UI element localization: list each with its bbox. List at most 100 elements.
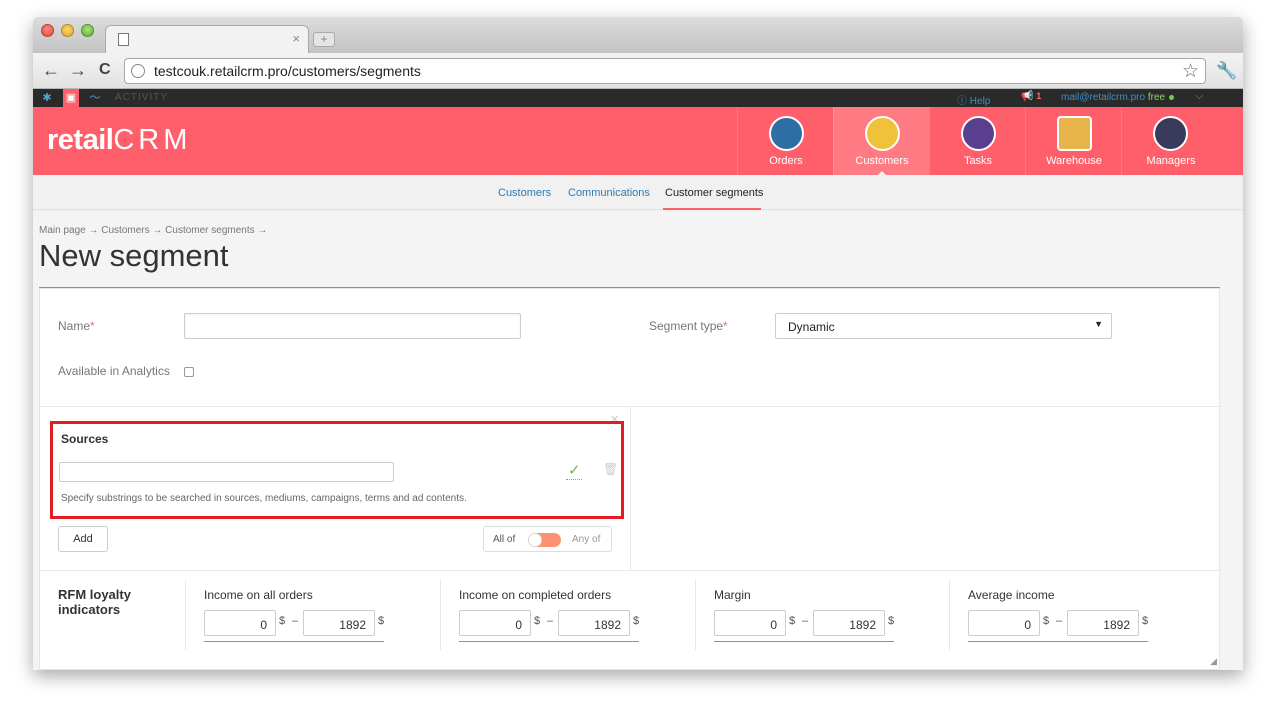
megaphone-icon: 📢: [1021, 91, 1034, 102]
required-mark: *: [723, 319, 728, 333]
check-underline: [566, 479, 582, 480]
wrench-icon[interactable]: 🔧: [1216, 61, 1237, 81]
address-bar[interactable]: testcouk.retailcrm.pro/customers/segment…: [124, 58, 1206, 84]
user-email: mail@retailcrm.pro: [1061, 92, 1146, 103]
nav-warehouse-label: Warehouse: [1046, 155, 1102, 167]
tab-communications[interactable]: Communications: [568, 187, 650, 199]
notifications[interactable]: 📢 1: [1021, 91, 1041, 102]
retailcrm-logo[interactable]: retailCRM: [47, 124, 191, 157]
sources-hint: Specify substrings to be searched in sou…: [61, 493, 467, 504]
zoom-window-button[interactable]: [81, 24, 94, 37]
range-underline: [204, 641, 384, 642]
forward-icon[interactable]: →: [69, 61, 87, 79]
nav-orders-label: Orders: [769, 155, 803, 167]
user-menu[interactable]: mail@retailcrm.pro free: [1061, 92, 1175, 103]
resize-grip-icon[interactable]: ◢: [1210, 656, 1217, 667]
divider: [40, 570, 1221, 571]
rfm-min-input[interactable]: 0: [714, 610, 786, 636]
tab-customer-segments[interactable]: Customer segments: [665, 187, 763, 199]
page-title: New segment: [39, 238, 229, 273]
back-icon[interactable]: ←: [42, 61, 60, 79]
divider: [630, 407, 631, 570]
range-dash: –: [802, 615, 809, 627]
sub-navigation: Customers Communications Customer segmen…: [33, 175, 1243, 210]
new-tab-button[interactable]: +: [313, 32, 335, 47]
globe-icon: [131, 64, 145, 78]
rfm-income-completed: Income on completed orders 0 $ – 1892 $: [440, 580, 695, 650]
tab-close-icon[interactable]: ×: [292, 31, 300, 46]
browser-tab[interactable]: ×: [105, 25, 309, 53]
app-header: retailCRM Orders Customers Tasks Warehou…: [33, 107, 1243, 176]
help-link[interactable]: ⓘ Help: [957, 92, 990, 107]
customer-icon: [865, 116, 900, 151]
activity-chart-icon[interactable]: 〜: [87, 89, 103, 107]
rfm-min-input[interactable]: 0: [204, 610, 276, 636]
bookmark-star-icon[interactable]: ☆: [1182, 60, 1199, 83]
nav-customers[interactable]: Customers: [833, 107, 929, 176]
currency-label: $: [789, 615, 796, 627]
currency-label: $: [888, 615, 895, 627]
close-window-button[interactable]: [41, 24, 54, 37]
name-input[interactable]: [184, 313, 521, 339]
nav-tasks[interactable]: Tasks: [929, 107, 1025, 175]
rfm-label: Average income: [968, 588, 1055, 602]
warehouse-icon: [1057, 116, 1092, 151]
sources-block: Sources ✓ 🗑 Specify substrings to be sea…: [50, 421, 624, 519]
logo-prefix: retail: [47, 124, 114, 156]
managers-icon: [1153, 116, 1188, 151]
main-content: Main page → Customers → Customer segment…: [33, 211, 1243, 670]
rfm-label: Margin: [714, 588, 751, 602]
settings-icon[interactable]: ✱: [39, 89, 55, 107]
analytics-label: Available in Analytics: [58, 364, 170, 378]
rfm-min-input[interactable]: 0: [968, 610, 1040, 636]
segment-type-label: Segment type*: [649, 319, 728, 333]
tab-customers[interactable]: Customers: [498, 187, 551, 199]
rfm-max-input[interactable]: 1892: [813, 610, 885, 636]
logo-suffix: CRM: [113, 124, 192, 156]
breadcrumb[interactable]: Main page → Customers → Customer segment…: [39, 225, 267, 236]
activity-label[interactable]: ACTIVITY: [115, 92, 168, 103]
rfm-margin: Margin 0 $ – 1892 $: [695, 580, 950, 650]
currency-label: $: [534, 615, 541, 627]
any-of-label[interactable]: Any of: [572, 534, 600, 545]
nav-warehouse[interactable]: Warehouse: [1025, 107, 1121, 175]
confirm-check-icon[interactable]: ✓: [568, 461, 581, 479]
rfm-min-input[interactable]: 0: [459, 610, 531, 636]
match-mode-toggle[interactable]: All of Any of: [483, 526, 612, 552]
analytics-checkbox[interactable]: [184, 367, 194, 377]
help-icon: ⓘ: [957, 96, 970, 107]
dropdown-arrow-icon: ▼: [1094, 319, 1103, 329]
segment-type-select[interactable]: Dynamic ▼: [775, 313, 1112, 339]
range-dash: –: [547, 615, 554, 627]
currency-label: $: [378, 615, 385, 627]
required-mark: *: [90, 319, 95, 333]
rfm-average-income: Average income 0 $ – 1892 $: [949, 580, 1204, 650]
name-label: Name*: [58, 319, 95, 333]
rfm-max-input[interactable]: 1892: [303, 610, 375, 636]
page-icon: [118, 33, 129, 46]
url-text[interactable]: testcouk.retailcrm.pro/customers/segment…: [154, 63, 421, 79]
currency-label: $: [633, 615, 640, 627]
tasks-icon: [961, 116, 996, 151]
rfm-label: Income on completed orders: [459, 588, 612, 602]
segment-type-value: Dynamic: [788, 320, 835, 334]
currency-label: $: [279, 615, 286, 627]
sources-input[interactable]: [59, 462, 394, 482]
reload-icon[interactable]: C: [99, 61, 111, 79]
nav-orders[interactable]: Orders: [737, 107, 833, 175]
all-of-label[interactable]: All of: [493, 534, 515, 545]
add-button[interactable]: Add: [58, 526, 108, 552]
shop-icon[interactable]: ▣: [63, 89, 79, 107]
minimize-window-button[interactable]: [61, 24, 74, 37]
chevron-down-icon[interactable]: ⌵: [1195, 90, 1203, 103]
online-status-icon: [1169, 95, 1175, 100]
toggle-knob[interactable]: [528, 533, 542, 547]
browser-window: × + ← → C testcouk.retailcrm.pro/custome…: [33, 17, 1243, 670]
rfm-income-all: Income on all orders 0 $ – 1892 $: [185, 580, 440, 650]
rfm-max-input[interactable]: 1892: [1067, 610, 1139, 636]
rfm-max-input[interactable]: 1892: [558, 610, 630, 636]
nav-managers[interactable]: Managers: [1121, 107, 1219, 175]
trash-icon[interactable]: 🗑: [603, 462, 618, 476]
currency-label: $: [1043, 615, 1050, 627]
nav-customers-label: Customers: [855, 155, 909, 167]
